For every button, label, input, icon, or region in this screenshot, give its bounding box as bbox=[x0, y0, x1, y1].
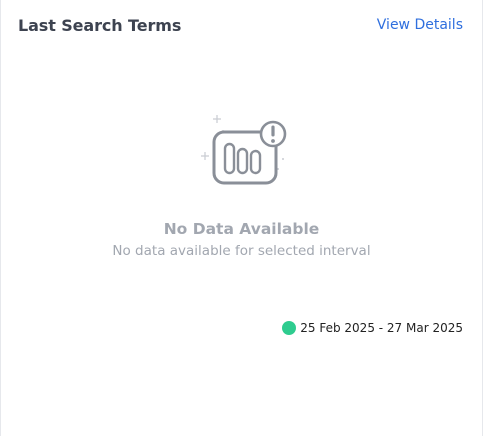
last-search-terms-card: Last Search Terms View Details No Data A… bbox=[0, 0, 483, 436]
card-header: Last Search Terms View Details bbox=[18, 14, 463, 36]
empty-state: No Data Available No data available for … bbox=[1, 112, 482, 259]
legend-dot-icon bbox=[282, 321, 297, 335]
empty-state-title: No Data Available bbox=[163, 220, 320, 238]
view-details-link[interactable]: View Details bbox=[377, 17, 463, 33]
date-range-legend: 25 Feb 2025 - 27 Mar 2025 bbox=[282, 321, 463, 335]
empty-state-subtitle: No data available for selected interval bbox=[112, 243, 371, 259]
date-range-text: 25 Feb 2025 - 27 Mar 2025 bbox=[300, 321, 463, 335]
card-title: Last Search Terms bbox=[18, 15, 182, 35]
chart-warning-icon bbox=[200, 115, 286, 185]
